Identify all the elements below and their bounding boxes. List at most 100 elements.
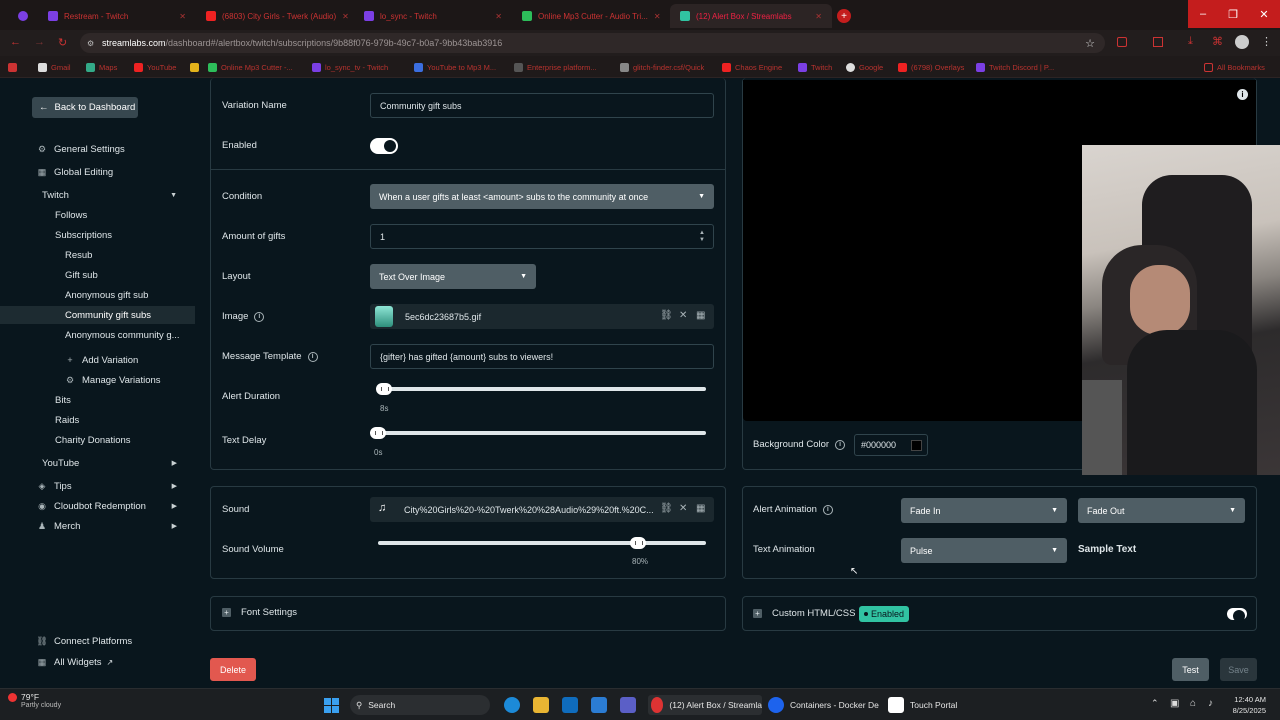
- folder-icon[interactable]: [533, 697, 549, 713]
- bookmark-item[interactable]: YouTube to Mp3 M...: [414, 60, 496, 74]
- add-variation-button[interactable]: + Add Variation: [0, 351, 195, 369]
- bookmark-star-icon[interactable]: ☆: [1085, 37, 1095, 50]
- sound-volume-slider-handle[interactable]: [630, 537, 646, 549]
- all-bookmarks[interactable]: All Bookmarks: [1204, 60, 1265, 74]
- all-widgets-link[interactable]: ▦ All Widgets ↗: [0, 653, 195, 671]
- profile-icon[interactable]: [8, 4, 30, 28]
- close-icon[interactable]: ✕: [654, 12, 661, 21]
- message-template-input[interactable]: {gifter} has gifted {amount} subs to vie…: [370, 344, 714, 369]
- close-icon[interactable]: ✕: [815, 12, 822, 21]
- teams-icon[interactable]: [620, 697, 636, 713]
- outlook-icon[interactable]: [562, 697, 578, 713]
- delete-button[interactable]: Delete: [210, 658, 256, 681]
- bookmark-item[interactable]: Twitch: [798, 60, 832, 74]
- color-swatch[interactable]: [911, 440, 922, 451]
- sidebar-item-anonymous-gift-sub[interactable]: Anonymous gift sub: [0, 286, 195, 304]
- close-icon[interactable]: ✕: [679, 503, 687, 514]
- bookmark-item[interactable]: Google: [846, 60, 883, 74]
- system-clock[interactable]: 12:40 AM 8/25/2025: [1226, 694, 1266, 716]
- close-icon[interactable]: ✕: [679, 310, 687, 321]
- enabled-toggle[interactable]: [370, 138, 398, 154]
- sidebar-item-global-editing[interactable]: ▦ Global Editing: [0, 163, 195, 181]
- grid-icon[interactable]: ▦: [696, 503, 705, 514]
- extensions-puzzle-icon[interactable]: ⌘: [1212, 35, 1223, 48]
- bookmark-item[interactable]: Twitch Discord | P...: [976, 60, 1054, 74]
- sidebar-item-bits[interactable]: Bits: [0, 391, 195, 409]
- text-delay-slider[interactable]: [374, 431, 706, 435]
- store-icon[interactable]: [591, 697, 607, 713]
- sidebar-item-tips[interactable]: ◈ Tips ▶: [0, 477, 195, 495]
- taskbar-search[interactable]: ⚲ Search: [350, 695, 490, 715]
- custom-html-header[interactable]: + Custom HTML/CSS: [753, 608, 855, 619]
- sound-volume-slider[interactable]: [378, 541, 706, 545]
- font-settings-header[interactable]: + Font Settings: [222, 607, 297, 618]
- extension-icon[interactable]: [1153, 37, 1163, 47]
- reload-icon[interactable]: ↻: [58, 36, 67, 49]
- chevron-up-icon[interactable]: ⌃: [1151, 698, 1159, 709]
- menu-kebab-icon[interactable]: ⋮: [1261, 35, 1272, 48]
- new-tab-button[interactable]: +: [834, 4, 854, 28]
- avatar[interactable]: [1235, 35, 1249, 49]
- close-icon[interactable]: ✕: [495, 12, 502, 21]
- sidebar-item-anonymous-community-gift[interactable]: Anonymous community g...: [0, 326, 195, 344]
- site-info-icon[interactable]: ⚙: [87, 39, 94, 48]
- browser-tab[interactable]: Restream - Twitch ✕: [38, 4, 196, 28]
- tray-icon[interactable]: ▣: [1170, 698, 1179, 709]
- taskbar-app-chrome[interactable]: (12) Alert Box / Streamla: [648, 695, 762, 715]
- bookmark-item[interactable]: Maps: [86, 60, 117, 74]
- back-arrow-icon[interactable]: ←: [10, 36, 21, 48]
- link-icon[interactable]: ⛓: [660, 310, 673, 321]
- save-button[interactable]: Save: [1220, 658, 1257, 681]
- info-icon[interactable]: i: [835, 439, 846, 450]
- volume-icon[interactable]: ♪: [1208, 698, 1213, 709]
- test-button[interactable]: Test: [1172, 658, 1209, 681]
- grid-icon[interactable]: ▦: [696, 310, 705, 321]
- maximize-button[interactable]: ❐: [1218, 0, 1248, 28]
- sidebar-item-cloudbot-redemption[interactable]: ◉ Cloudbot Redemption ▶: [0, 497, 195, 515]
- weather-widget[interactable]: 79°F Partly cloudy: [8, 692, 61, 712]
- back-to-dashboard-button[interactable]: ← Back to Dashboard: [32, 97, 138, 118]
- bookmark-item[interactable]: Enterprise platform...: [514, 60, 597, 74]
- bookmark-item[interactable]: glitch-finder.csf/Quick: [620, 60, 704, 74]
- browser-tab-active[interactable]: (12) Alert Box / Streamlabs ✕: [670, 4, 832, 28]
- minimize-button[interactable]: –: [1188, 0, 1218, 28]
- browser-tab[interactable]: Online Mp3 Cutter - Audio Tri... ✕: [512, 4, 670, 28]
- condition-select[interactable]: When a user gifts at least <amount> subs…: [370, 184, 714, 209]
- custom-html-toggle[interactable]: [1227, 608, 1247, 622]
- sidebar-item-follows[interactable]: Follows: [0, 206, 195, 224]
- sidebar-item-gift-sub[interactable]: Gift sub: [0, 266, 195, 284]
- bookmark-item[interactable]: Gmail: [38, 60, 71, 74]
- info-icon[interactable]: i: [254, 311, 265, 322]
- stepper-icon[interactable]: ▲ ▼: [699, 230, 705, 244]
- alert-duration-slider-handle[interactable]: [376, 383, 392, 395]
- apps-grid-icon[interactable]: [8, 60, 17, 74]
- amount-of-gifts-input[interactable]: 1 ▲ ▼: [370, 224, 714, 249]
- bookmark-item[interactable]: Online Mp3 Cutter -...: [208, 60, 293, 74]
- text-delay-slider-handle[interactable]: [370, 427, 386, 439]
- taskbar-app-docker[interactable]: Containers - Docker De: [768, 695, 879, 715]
- alert-animation-out-select[interactable]: Fade Out ▼: [1078, 498, 1245, 523]
- start-button[interactable]: [324, 695, 339, 715]
- bookmark-item[interactable]: (6798) Overlays: [898, 60, 964, 74]
- alert-animation-in-select[interactable]: Fade In ▼: [901, 498, 1067, 523]
- image-file-field[interactable]: 5ec6dc23687b5.gif ⛓ ✕ ▦: [370, 304, 714, 329]
- sidebar-item-general-settings[interactable]: ⚙ General Settings: [0, 140, 195, 158]
- info-icon[interactable]: i: [307, 351, 318, 362]
- bookmark-item[interactable]: Chaos Engine: [722, 60, 782, 74]
- sound-file-field[interactable]: ♫ City%20Girls%20-%20Twerk%20%28Audio%29…: [370, 497, 714, 522]
- bookmark-item[interactable]: YouTube: [134, 60, 176, 74]
- browser-tab[interactable]: lo_sync - Twitch ✕: [354, 4, 512, 28]
- info-icon[interactable]: i: [822, 504, 833, 515]
- sidebar-item-community-gift-subs[interactable]: Community gift subs: [0, 306, 195, 324]
- bookmark-item[interactable]: [190, 60, 199, 74]
- forward-arrow-icon[interactable]: →: [34, 36, 45, 48]
- background-color-input[interactable]: #000000: [854, 434, 928, 456]
- sidebar-item-resub[interactable]: Resub: [0, 246, 195, 264]
- link-icon[interactable]: ⛓: [660, 503, 673, 514]
- sidebar-item-youtube[interactable]: YouTube ▶: [0, 454, 195, 472]
- bookmark-item[interactable]: lo_sync_tv - Twitch: [312, 60, 388, 74]
- edge-icon[interactable]: [504, 697, 520, 713]
- sidebar-item-twitch[interactable]: Twitch ▼: [0, 186, 195, 204]
- network-icon[interactable]: ⌂: [1190, 698, 1196, 709]
- close-icon[interactable]: ✕: [342, 12, 349, 21]
